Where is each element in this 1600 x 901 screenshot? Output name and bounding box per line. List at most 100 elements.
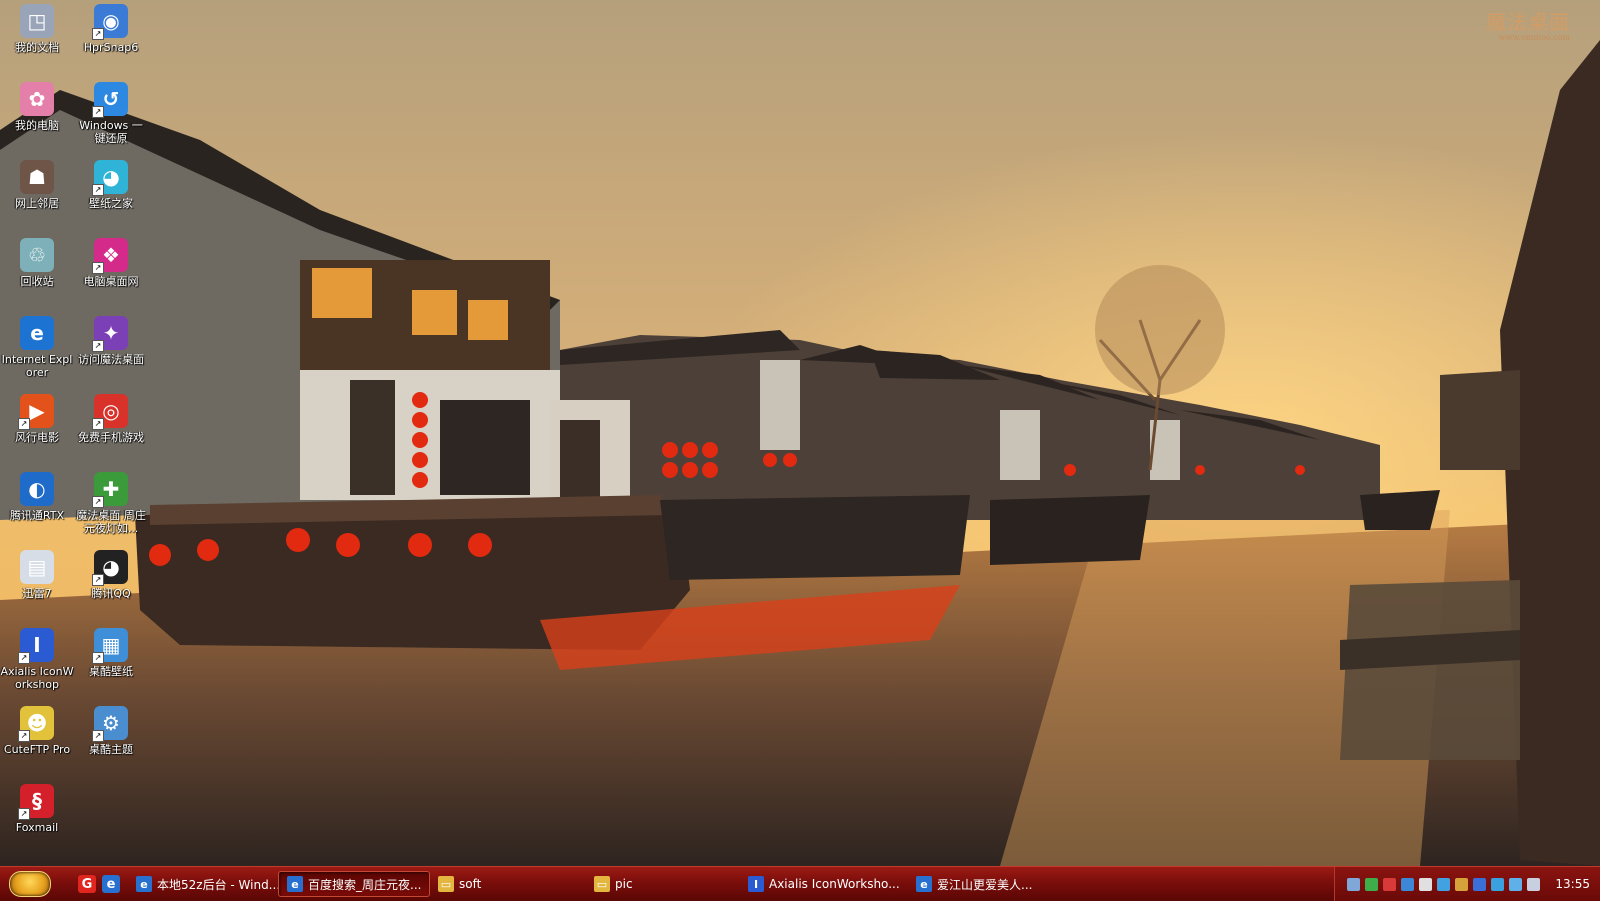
tray-monitor-icon[interactable]	[1437, 877, 1451, 891]
onekey-restore-icon: ↺ ↗	[92, 82, 128, 118]
taskbar-button[interactable]: I Axialis IconWorksho...	[740, 871, 908, 897]
tray-chat-icon[interactable]	[1509, 877, 1523, 891]
qq-penguin-icon: ◕ ↗	[92, 550, 128, 586]
taskbar-button-label: 爱江山更爱美人...	[937, 877, 1033, 892]
tray-bear-icon[interactable]	[1473, 877, 1487, 891]
recycle-bin-icon: ♲	[20, 238, 54, 272]
desktop-icon[interactable]: ⚙ ↗ 桌酷主题	[74, 706, 148, 756]
desktop-icon[interactable]: ☻ ↗ CuteFTP Pro	[0, 706, 74, 756]
taskbar-button-label: soft	[459, 877, 482, 891]
tray-p-icon[interactable]	[1347, 877, 1361, 891]
internet-explorer-icon: e	[287, 876, 303, 892]
tray-volume-icon[interactable]	[1527, 877, 1541, 891]
folder-icon: ▭	[438, 876, 454, 892]
desktop-icon[interactable]: ◎ ↗ 免费手机游戏	[74, 394, 148, 444]
desktop-icon[interactable]: ♲ 回收站	[0, 238, 74, 288]
desktop-icon-label: 访问魔法桌面	[78, 353, 144, 366]
taskbar-button[interactable]: e 爱江山更爱美人...	[908, 871, 1058, 897]
icon-glyph: ▶	[29, 399, 45, 423]
icon-glyph: I	[33, 633, 41, 657]
shortcut-arrow-icon: ↗	[92, 184, 104, 196]
start-button[interactable]	[0, 867, 60, 901]
desktop-icon[interactable]: ✿ 我的电脑	[0, 82, 74, 132]
tray-leaf-icon[interactable]	[1365, 877, 1379, 891]
desktop-icon[interactable]: ◉ ↗ HprSnap6	[74, 4, 148, 54]
desktop-icon[interactable]: ↺ ↗ Windows 一键还原	[74, 82, 148, 145]
taskbar: Ge e 本地52z后台 - Wind... e 百度搜索_周庄元夜... ▭ soft ▭…	[0, 866, 1600, 901]
funshion-icon: ▶ ↗	[18, 394, 54, 430]
internet-explorer-icon: e	[136, 876, 152, 892]
shortcut-arrow-icon: ↗	[92, 730, 104, 742]
tray-shield-icon[interactable]	[1383, 877, 1397, 891]
taskbar-button[interactable]: ▭ pic	[586, 871, 740, 897]
taskbar-button[interactable]: ▭ soft	[430, 871, 586, 897]
desktop-icon[interactable]: ◳ 我的文档	[0, 4, 74, 54]
wallpaper-watermark: 魔法桌面 www.ommoo.com	[1486, 6, 1570, 42]
shortcut-arrow-icon: ↗	[92, 496, 104, 508]
shortcut-arrow-icon: ↗	[92, 262, 104, 274]
desktop-icon-label: 免费手机游戏	[78, 431, 144, 444]
desktop-icon[interactable]: § ↗ Foxmail	[0, 784, 74, 834]
taskbar-button-label: 百度搜索_周庄元夜...	[308, 877, 422, 892]
desktop-icon[interactable]: ✚ ↗ 魔法桌面 周庄元夜灯如...	[74, 472, 148, 535]
quick-launch-bar: Ge	[60, 867, 128, 901]
desktop-icon-label: 我的电脑	[15, 119, 59, 132]
taskbar-button-label: 本地52z后台 - Wind...	[157, 877, 278, 892]
desktop-icon-label: 桌酷壁纸	[89, 665, 133, 678]
axialis-icon: I ↗	[18, 628, 54, 664]
taskbar-button[interactable]: e 本地52z后台 - Wind...	[128, 871, 278, 897]
desktop-icon-label: 壁纸之家	[89, 197, 133, 210]
icon-glyph: ◎	[102, 399, 120, 423]
start-orb-icon	[9, 871, 51, 897]
hypersnap-icon: ◉ ↗	[92, 4, 128, 40]
tray-gear-icon[interactable]	[1419, 877, 1433, 891]
tray-globe-icon[interactable]	[1491, 877, 1505, 891]
icon-glyph: ❖	[102, 243, 120, 267]
desktop-icon[interactable]: e Internet Explorer	[0, 316, 74, 379]
watermark-title: 魔法桌面	[1486, 10, 1570, 34]
shortcut-arrow-icon: ↗	[92, 106, 104, 118]
icon-glyph: e	[30, 321, 44, 345]
icon-glyph: ⚙	[102, 711, 120, 735]
icon-glyph: ☗	[28, 165, 46, 189]
desktop-icon[interactable]: ◕ ↗ 腾讯QQ	[74, 550, 148, 600]
icon-glyph: ✚	[102, 477, 120, 501]
icon-glyph: ◳	[27, 9, 47, 33]
desktop-icon-label: HprSnap6	[83, 41, 139, 54]
icon-glyph: ✿	[28, 87, 46, 111]
desktop-icon[interactable]: ◕ ↗ 壁纸之家	[74, 160, 148, 210]
shortcut-arrow-icon: ↗	[92, 28, 104, 40]
desktop-icon-label: Internet Explorer	[1, 353, 73, 379]
desktop-icon[interactable]: ☗ 网上邻居	[0, 160, 74, 210]
rtx-icon: ◐	[20, 472, 54, 506]
desktop-icon[interactable]: I ↗ Axialis IconWorkshop	[0, 628, 74, 691]
desktop-icon[interactable]: ❖ ↗ 电脑桌面网	[74, 238, 148, 288]
desktop-icon[interactable]: ▤ 迅雷7	[0, 550, 74, 600]
taskbar-button-label: pic	[615, 877, 633, 891]
red-app-icon[interactable]: G	[78, 875, 96, 893]
tray-user-icon[interactable]	[1455, 877, 1469, 891]
shortcut-arrow-icon: ↗	[18, 808, 30, 820]
thunder-icon: ▤	[20, 550, 54, 584]
desktop-icon-label: 我的文档	[15, 41, 59, 54]
taskbar-button[interactable]: e 百度搜索_周庄元夜...	[278, 871, 430, 897]
wallpaper-scene	[0, 0, 1600, 866]
shortcut-arrow-icon: ↗	[92, 418, 104, 430]
network-places-icon: ☗	[20, 160, 54, 194]
desktop-icon[interactable]: ▦ ↗ 桌酷壁纸	[74, 628, 148, 678]
clock[interactable]: 13:55	[1555, 877, 1590, 891]
desktop-icon-label: 腾讯QQ	[91, 587, 131, 600]
watermark-url: www.ommoo.com	[1498, 33, 1570, 42]
desktop-icon-label: 回收站	[20, 275, 54, 288]
icon-glyph: ♲	[28, 243, 46, 267]
icon-glyph: ◐	[28, 477, 46, 501]
desktop-icon[interactable]: ✦ ↗ 访问魔法桌面	[74, 316, 148, 366]
icon-glyph: ↺	[102, 87, 120, 111]
tray-network-icon[interactable]	[1401, 877, 1415, 891]
desktop-icon[interactable]: ▶ ↗ 风行电影	[0, 394, 74, 444]
magic-desktop-icon: ✦ ↗	[92, 316, 128, 352]
ie-refresh-icon[interactable]: e	[102, 875, 120, 893]
my-documents-icon: ◳	[20, 4, 54, 38]
shortcut-arrow-icon: ↗	[92, 574, 104, 586]
desktop-icon[interactable]: ◐ 腾讯通RTX	[0, 472, 74, 522]
